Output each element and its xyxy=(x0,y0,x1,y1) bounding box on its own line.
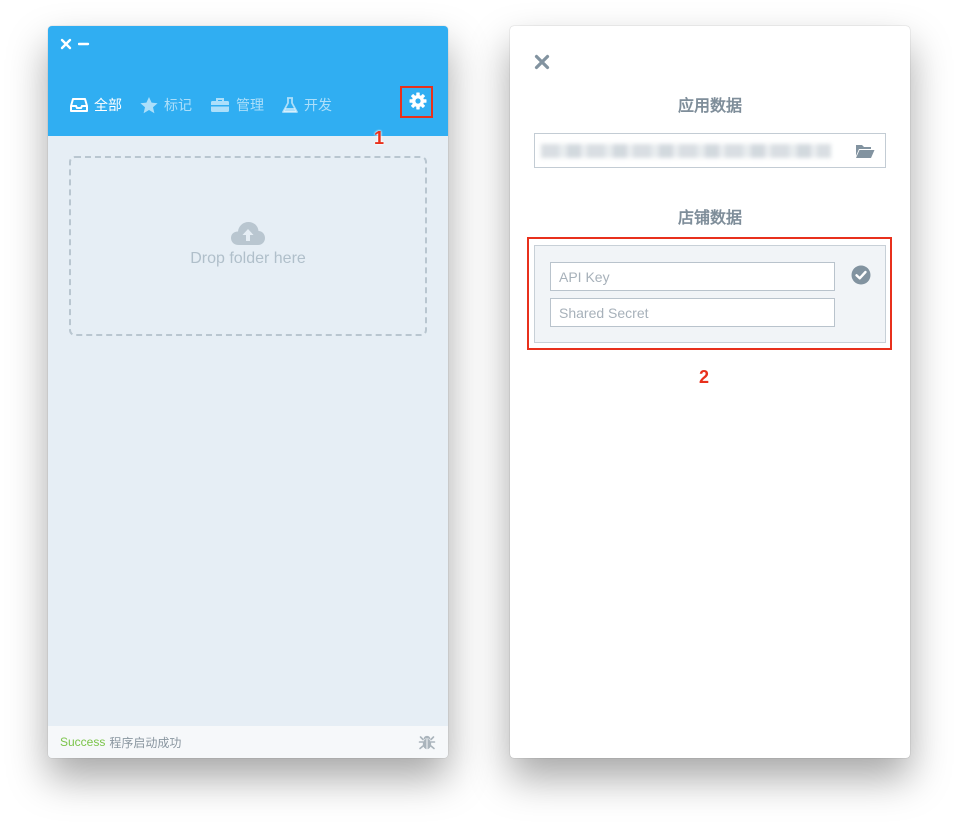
close-icon[interactable] xyxy=(534,54,550,70)
annotation-number-2: 2 xyxy=(699,367,710,387)
status-level: Success xyxy=(60,735,106,749)
drop-folder-zone[interactable]: Drop folder here xyxy=(69,156,427,336)
status-bar: Success 程序启动成功 xyxy=(48,726,448,758)
app-data-title: 应用数据 xyxy=(677,98,742,115)
bug-icon[interactable] xyxy=(418,733,436,754)
tab-starred[interactable]: 标记 xyxy=(140,95,192,115)
tab-manage-label: 管理 xyxy=(236,97,264,113)
tab-develop-label: 开发 xyxy=(304,97,332,113)
annotation-number-1: 1 xyxy=(374,128,385,148)
annotation-box-1 xyxy=(400,86,433,118)
tab-manage[interactable]: 管理 xyxy=(210,95,264,115)
inbox-icon xyxy=(70,97,88,113)
titlebar: 全部 标记 管理 开发 xyxy=(48,26,448,136)
app-data-path-field[interactable] xyxy=(534,133,886,168)
flask-icon xyxy=(282,96,298,114)
store-data-title: 店铺数据 xyxy=(677,210,742,227)
briefcase-icon xyxy=(210,97,230,113)
window-close-icon[interactable] xyxy=(60,38,72,50)
annotation-box-2 xyxy=(527,237,892,350)
nav-tabs: 全部 标记 管理 开发 xyxy=(70,94,350,116)
tab-starred-label: 标记 xyxy=(164,97,192,113)
status-message: 程序启动成功 xyxy=(109,735,182,750)
star-icon xyxy=(140,96,158,114)
tab-develop[interactable]: 开发 xyxy=(282,95,332,115)
tab-all[interactable]: 全部 xyxy=(70,95,122,115)
app-data-path-value-redacted xyxy=(541,144,831,158)
folder-open-icon[interactable] xyxy=(855,143,875,164)
settings-panel: 应用数据 店铺数据 2 xyxy=(510,26,910,758)
window-minimize-icon[interactable] xyxy=(78,38,90,50)
drop-folder-label: Drop folder here xyxy=(190,250,306,267)
cloud-upload-icon xyxy=(230,220,266,246)
main-window: 全部 标记 管理 开发 1 Drop folder here Success 程… xyxy=(48,26,448,758)
tab-all-label: 全部 xyxy=(94,97,122,113)
